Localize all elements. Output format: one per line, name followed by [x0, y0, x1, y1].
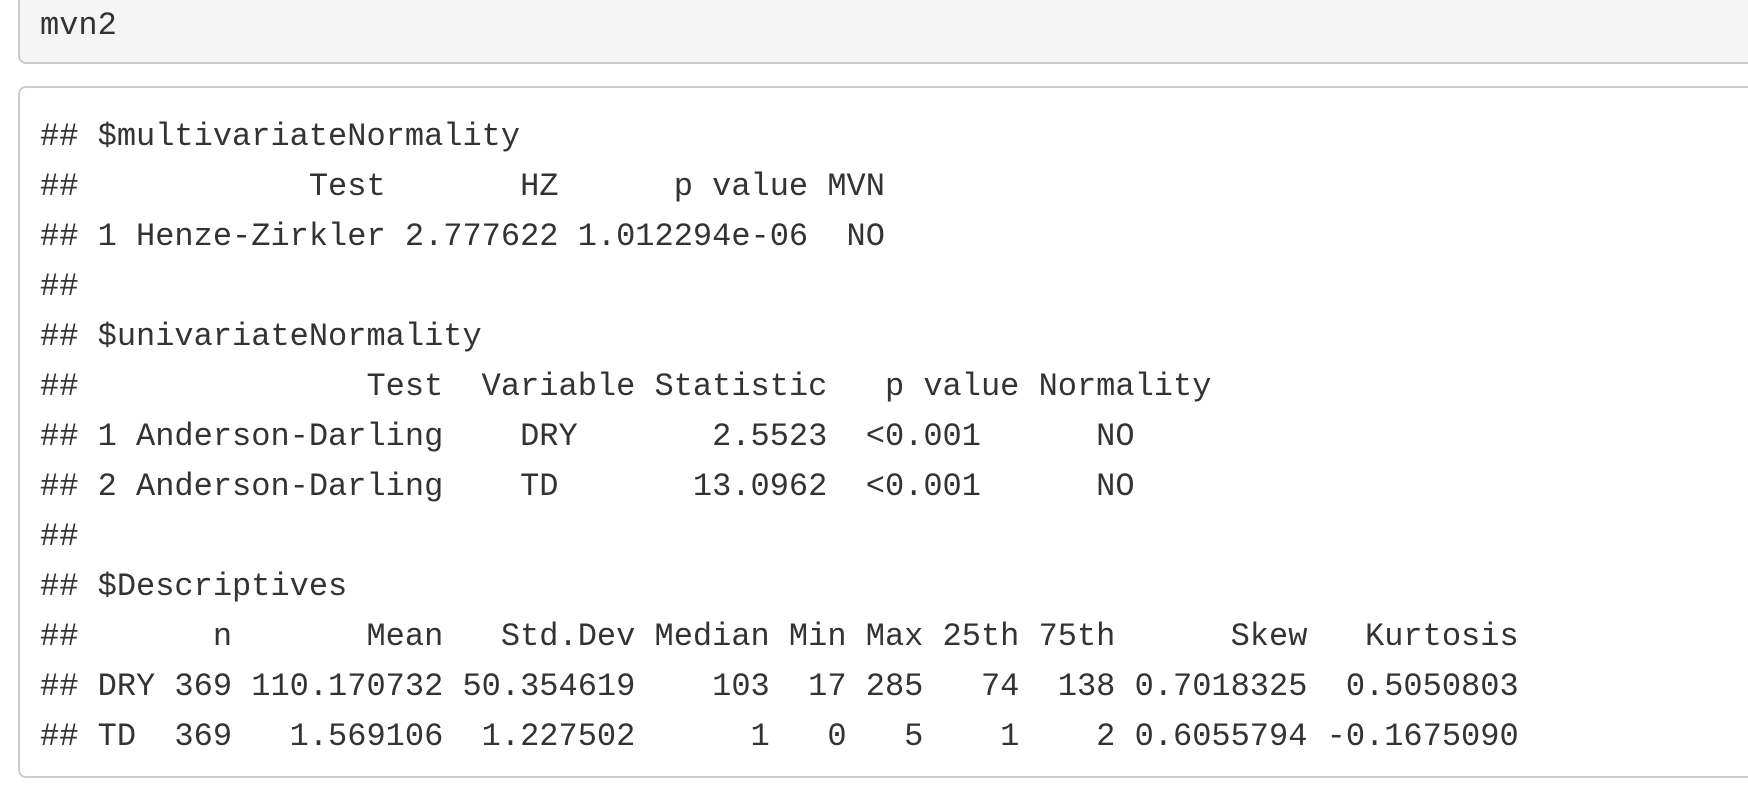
code-input-block[interactable]: mvn2 [18, 0, 1748, 64]
output-line-univariate-row-1: ## 1 Anderson-Darling DRY 2.5523 <0.001 … [40, 418, 1135, 455]
output-line-descriptives-header: ## $Descriptives [40, 568, 348, 605]
output-line-univariate-header: ## $univariateNormality [40, 318, 482, 355]
page: mvn2 ## $multivariateNormality ## Test H… [0, 0, 1748, 786]
output-line-descriptives-row-dry: ## DRY 369 110.170732 50.354619 103 17 2… [40, 668, 1519, 705]
output-line-multivariate-header: ## $multivariateNormality [40, 118, 521, 155]
output-line-blank-1: ## [40, 268, 79, 305]
output-line-descriptives-row-td: ## TD 369 1.569106 1.227502 1 0 5 1 2 0.… [40, 718, 1519, 755]
console-output-lines: ## $multivariateNormality ## Test HZ p v… [40, 112, 1519, 762]
output-line-blank-2: ## [40, 518, 79, 555]
output-line-multivariate-row-1: ## 1 Henze-Zirkler 2.777622 1.012294e-06… [40, 218, 885, 255]
output-line-multivariate-columns: ## Test HZ p value MVN [40, 168, 885, 205]
output-line-univariate-columns: ## Test Variable Statistic p value Norma… [40, 368, 1212, 405]
output-line-descriptives-columns: ## n Mean Std.Dev Median Min Max 25th 75… [40, 618, 1519, 655]
output-line-univariate-row-2: ## 2 Anderson-Darling TD 13.0962 <0.001 … [40, 468, 1135, 505]
console-output-block[interactable]: ## $multivariateNormality ## Test HZ p v… [18, 86, 1748, 778]
code-input-text: mvn2 [40, 7, 117, 44]
